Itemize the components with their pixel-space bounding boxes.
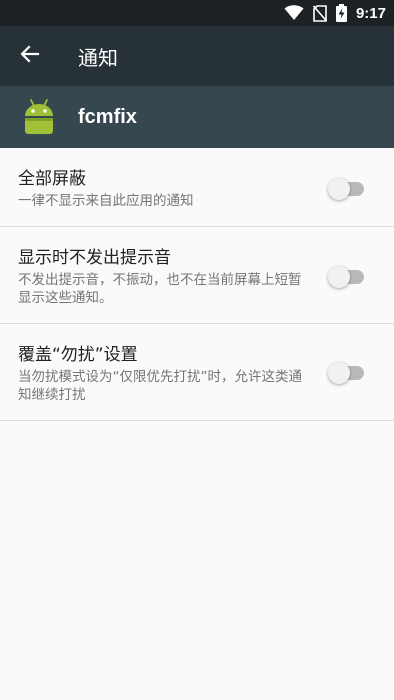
preference-title: 覆盖“勿扰”设置 — [18, 345, 138, 365]
app-name: fcmfix — [78, 105, 137, 128]
preference-silent[interactable]: 显示时不发出提示音 不发出提示音，不振动，也不在当前屏幕上短暂显示这些通知。 — [0, 227, 394, 324]
preference-summary: 当勿扰模式设为“仅限优先打扰”时，允许这类通知继续打扰 — [18, 369, 302, 403]
override-dnd-switch[interactable] — [328, 362, 364, 384]
preference-summary: 不发出提示音，不振动，也不在当前屏幕上短暂显示这些通知。 — [18, 272, 302, 306]
battery-charging-icon — [335, 4, 347, 22]
preference-title: 全部屏蔽 — [18, 169, 86, 189]
preference-block-all[interactable]: 全部屏蔽 一律不显示来自此应用的通知 — [0, 148, 394, 227]
page-title: 通知 — [78, 45, 118, 70]
toolbar: 通知 — [0, 26, 394, 86]
arrow-back-icon — [20, 44, 40, 68]
app-header: fcmfix — [0, 86, 394, 148]
wifi-icon — [284, 5, 304, 21]
block-all-switch[interactable] — [328, 178, 364, 200]
no-sim-icon — [312, 4, 327, 22]
preference-summary: 一律不显示来自此应用的通知 — [18, 193, 194, 209]
android-icon — [20, 98, 58, 136]
preference-list: 全部屏蔽 一律不显示来自此应用的通知 显示时不发出提示音 不发出提示音，不振动，… — [0, 148, 394, 421]
status-bar: 9:17 — [0, 0, 394, 26]
status-clock: 9:17 — [355, 4, 386, 22]
preference-override-dnd[interactable]: 覆盖“勿扰”设置 当勿扰模式设为“仅限优先打扰”时，允许这类通知继续打扰 — [0, 324, 394, 421]
silent-switch[interactable] — [328, 266, 364, 288]
back-button[interactable] — [0, 26, 60, 86]
preference-title: 显示时不发出提示音 — [18, 248, 171, 268]
